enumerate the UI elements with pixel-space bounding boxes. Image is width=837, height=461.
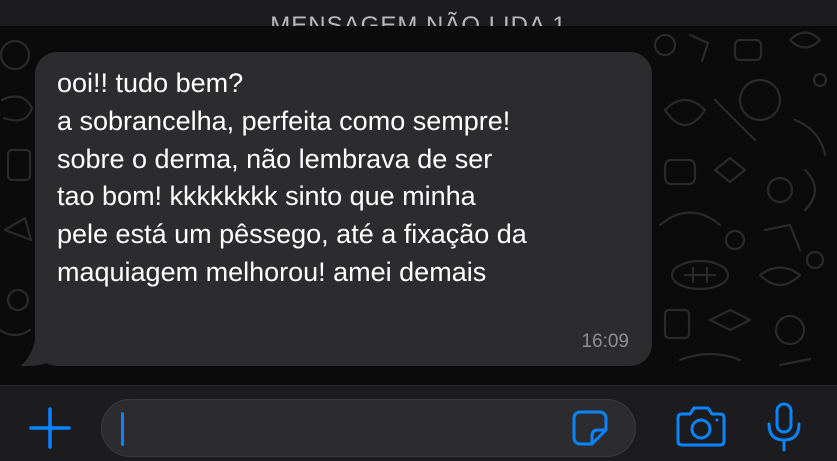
camera-icon [676, 406, 726, 447]
sticker-button[interactable] [572, 410, 608, 446]
unread-messages-banner: MENSAGEM NÃO LIDA 1 [0, 0, 837, 26]
microphone-icon [767, 402, 801, 452]
microphone-button[interactable] [766, 402, 802, 452]
message-line: tao bom! kkkkkkkk sinto que minha [57, 181, 476, 212]
message-text-input[interactable] [101, 399, 636, 457]
message-line: ooi!! tudo bem? [57, 68, 244, 98]
attach-plus-button[interactable] [28, 406, 72, 450]
message-line: maquiagem melhorou! amei demais [57, 256, 487, 287]
camera-button[interactable] [676, 405, 726, 447]
incoming-message-bubble[interactable]: ooi!! tudo bem? a sobrancelha, perfeita … [35, 52, 652, 366]
message-line: a sobrancelha, perfeita como sempre! [57, 105, 511, 136]
text-caret [121, 412, 124, 446]
message-line: sobre o derma, não lembrava de ser [57, 143, 493, 174]
message-line: pele está um pêssego, até a fixação da [57, 219, 527, 250]
message-timestamp: 16:09 [581, 331, 629, 352]
message-text: ooi!! tudo bem? a sobrancelha, perfeita … [57, 65, 628, 292]
plus-icon [29, 407, 71, 449]
sticker-icon [572, 410, 608, 446]
unread-banner-label: MENSAGEM NÃO LIDA 1 [270, 12, 567, 26]
